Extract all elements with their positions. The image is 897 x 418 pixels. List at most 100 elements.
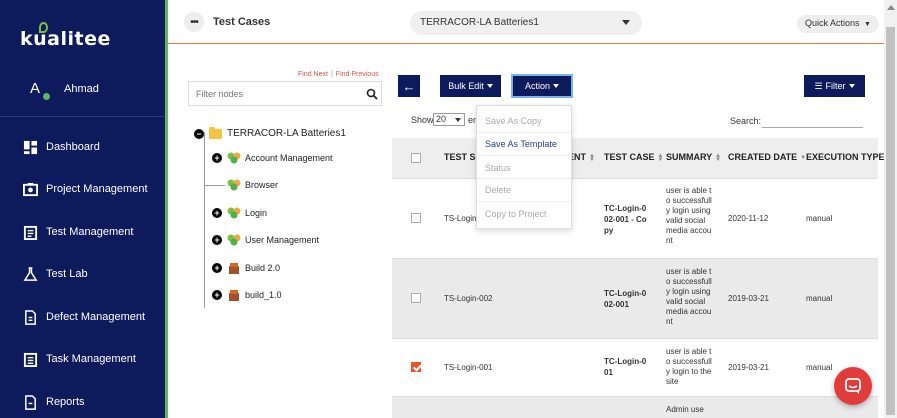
sidebar-item-dashboard[interactable]: Dashboard [22, 137, 100, 157]
cell-test-case[interactable]: TC-Login-002-001 [604, 288, 650, 310]
sidebar-item-reports[interactable]: Reports [22, 392, 85, 412]
filter-nodes-input[interactable] [188, 81, 382, 106]
tree-node-user-management[interactable]: + User Management [212, 234, 319, 246]
row-checkbox[interactable] [411, 293, 421, 303]
menu-separator [477, 178, 571, 179]
tree-node-login[interactable]: + Login [212, 207, 267, 219]
show-entries-value: 20 [436, 114, 447, 124]
table-search-input[interactable] [762, 113, 863, 128]
table-row[interactable]: TS-Login- TC-Login-002-001 - Copy user i… [392, 178, 878, 258]
tree-line [204, 132, 205, 308]
action-button[interactable]: Action [511, 74, 573, 98]
tree-node-build-2-0[interactable]: + Build 2.0 [212, 262, 280, 274]
cell-test-scenario[interactable]: TS-Login-002 [444, 294, 492, 303]
select-all-checkbox[interactable] [411, 153, 421, 163]
sidebar-item-label: Defect Management [46, 311, 146, 323]
menu-item-save-as-copy[interactable]: Save As Copy [485, 116, 542, 126]
cell-execution-type: manual [806, 294, 833, 303]
sidebar-item-test-lab[interactable]: Test Lab [22, 264, 88, 284]
caret-down-icon [486, 84, 493, 88]
dashboard-icon [22, 139, 38, 155]
column-header-requirement[interactable]: ENT ▲ ▼ [568, 152, 595, 163]
menu-separator [477, 201, 571, 202]
show-entries-label: Show [411, 115, 434, 125]
project-select[interactable]: TERRACOR-LA Batteries1 [410, 11, 642, 35]
page-scrollbar[interactable] [884, 0, 897, 418]
tree-node-label: build_1.0 [245, 290, 282, 300]
logo-leaf-icon [39, 22, 48, 33]
cell-summary: user is able to successfully login using… [666, 267, 712, 326]
page-title: Test Cases [213, 16, 271, 28]
table-row[interactable]: Admin use [392, 396, 878, 418]
tree-node-label: TERRACOR-LA Batteries1 [227, 128, 346, 139]
bulk-edit-label: Bulk Edit [448, 81, 484, 91]
collapse-icon[interactable]: − [194, 128, 204, 139]
cell-test-scenario[interactable]: TS-Login- [444, 214, 479, 223]
scroll-up-arrow-icon[interactable] [887, 5, 895, 10]
bulk-edit-button[interactable]: Bulk Edit [440, 75, 501, 97]
scroll-thumb[interactable] [886, 27, 895, 415]
caret-down-icon [848, 84, 855, 88]
filter-label: Filter [825, 81, 846, 91]
cell-execution-type: manual [806, 214, 833, 223]
cell-created-date: 2019-03-21 [728, 363, 769, 372]
menu-separator [477, 155, 571, 156]
expand-icon[interactable]: + [212, 263, 222, 273]
table-row[interactable]: TS-Login-001 TC-Login-001 user is able t… [392, 338, 878, 396]
sidebar-item-defect-management[interactable]: Defect Management [22, 307, 145, 327]
column-header-test-case[interactable]: TEST CASE ▲ ▼ [604, 152, 664, 163]
tree-node-browser[interactable]: Browser [227, 179, 278, 191]
expand-icon[interactable]: + [212, 208, 222, 218]
tree-node-account-management[interactable]: + Account Management [212, 152, 333, 164]
tree-node-build-1-0[interactable]: + build_1.0 [212, 289, 282, 301]
tree-node-label: Browser [245, 180, 279, 190]
filter-button[interactable]: ☰ Filter [804, 75, 865, 97]
menu-item-delete[interactable]: Delete [485, 185, 511, 195]
find-next-link[interactable]: Find Next [298, 71, 328, 78]
project-select-value: TERRACOR-LA Batteries1 [420, 17, 539, 28]
sort-icon: ▲ ▼ [657, 152, 664, 163]
tree-node-root[interactable]: − TERRACOR-LA Batteries1 [194, 126, 346, 139]
expand-icon[interactable]: + [212, 235, 222, 245]
menu-item-save-as-template[interactable]: Save As Template [485, 139, 557, 149]
sidebar-item-label: Task Management [46, 353, 136, 365]
row-checkbox[interactable] [411, 213, 421, 223]
column-header-created-date[interactable]: CREATED DATE ▼ [728, 152, 806, 162]
cell-summary: user is able to successfully login to th… [666, 347, 712, 386]
table-row[interactable]: TS-Login-002 TC-Login-002-001 user is ab… [392, 258, 878, 338]
column-header-label: EXECUTION TYPE [806, 152, 885, 162]
sidebar-item-label: Reports [46, 396, 85, 408]
cell-test-case[interactable]: TC-Login-001 [604, 356, 650, 378]
avatar[interactable]: A [30, 80, 51, 101]
find-links: Find Next | Find Previous [298, 71, 379, 78]
menu-item-copy-to-project[interactable]: Copy to Project [485, 209, 547, 219]
kualitee-logo[interactable]: kualitee [20, 28, 111, 50]
chevron-down-icon [622, 20, 630, 25]
find-previous-link[interactable]: Find Previous [336, 71, 379, 78]
user-profile[interactable]: A Ahmad [30, 80, 99, 101]
expand-icon[interactable]: + [212, 290, 222, 300]
row-checkbox[interactable] [411, 362, 421, 372]
more-options-button[interactable]: ••• [184, 12, 204, 32]
chevron-down-icon [455, 118, 461, 122]
column-header-label: CREATED DATE [728, 152, 798, 162]
back-button[interactable]: ← [398, 75, 420, 97]
sidebar-item-project-management[interactable]: Project Management [22, 179, 148, 199]
task-icon [22, 351, 38, 367]
column-header-execution-type[interactable]: EXECUTION TYPE [806, 152, 885, 162]
expand-icon[interactable]: + [212, 153, 222, 163]
top-bar: ••• Test Cases TERRACOR-LA Batteries1 Qu… [168, 0, 897, 44]
sidebar-item-test-management[interactable]: Test Management [22, 222, 133, 242]
sidebar-item-task-management[interactable]: Task Management [22, 349, 136, 369]
show-entries-select[interactable]: 20 [433, 113, 465, 126]
menu-item-status[interactable]: Status [485, 163, 511, 173]
sidebar-item-label: Test Management [46, 226, 134, 238]
project-icon [22, 181, 38, 197]
quick-actions-button[interactable]: Quick Actions ▼ [797, 15, 879, 33]
cell-test-case[interactable]: TC-Login-002-001 - Copy [604, 203, 650, 236]
cell-test-scenario[interactable]: TS-Login-001 [444, 363, 492, 372]
column-header-summary[interactable]: SUMMARY ▲ ▼ [666, 152, 721, 163]
chat-button[interactable] [834, 367, 872, 405]
quick-actions-label: Quick Actions [805, 18, 860, 28]
search-icon[interactable] [366, 88, 378, 100]
